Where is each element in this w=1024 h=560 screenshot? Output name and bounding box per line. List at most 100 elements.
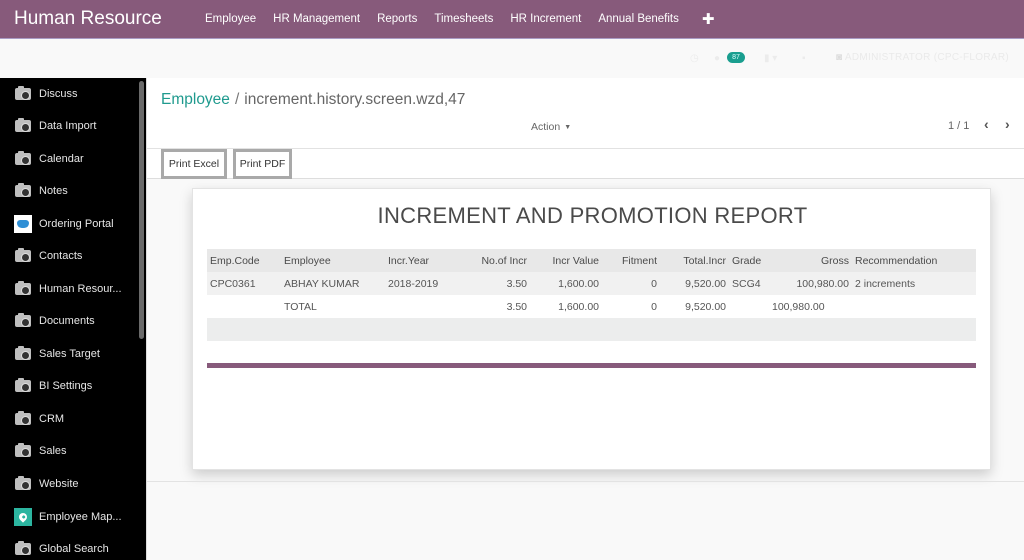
sidebar-item-global-search[interactable]: Global Search [0,534,138,560]
sidebar-item-contacts[interactable]: Contacts [0,241,138,271]
sidebar-item-label: Data Import [39,120,97,132]
main-content: Employee / increment.history.screen.wzd,47… [146,78,1024,560]
button-toolbar: Print Excel Print PDF [147,149,1024,179]
menu-annual-benefits[interactable]: Annual Benefits [598,13,679,25]
caret-down-icon: ▼ [564,123,572,131]
user-menu[interactable]: ◙ ADMINISTRATOR (CPC-FLORAR) [836,52,1009,63]
cell-fitment: 0 [602,272,660,295]
sidebar-item-employee-map[interactable]: Employee Map... [0,502,138,532]
pager-next-icon[interactable]: › [1005,116,1010,132]
chat-icon[interactable]: ● [714,53,720,64]
sidebar-scrollbar[interactable] [139,81,144,339]
cell-total-incr: 9,520.00 [660,272,729,295]
camera-icon [14,377,32,395]
sidebar-item-crm[interactable]: CRM [0,404,138,434]
total-no-of-incr: 3.50 [506,300,527,313]
total-row: TOTAL 3.50 1,600.00 0 9,520.00 100,980.0… [207,295,976,318]
user-name: ADMINISTRATOR (CPC-FLORAR) [844,52,1009,63]
sidebar-item-label: Notes [39,185,68,197]
plus-icon[interactable]: ✚ [702,10,715,28]
camera-icon [14,540,32,558]
sidebar-item-ordering-portal[interactable]: Ordering Portal [0,209,138,239]
sidebar-item-label: Human Resour... [39,283,122,295]
camera-icon [14,247,32,265]
camera-icon [14,312,32,330]
camera-icon [14,410,32,428]
action-dropdown[interactable]: Action ▼ [531,121,571,133]
camera-icon [14,345,32,363]
sidebar-item-notes[interactable]: Notes [0,176,138,206]
col-incr-year: Incr.Year [385,249,455,272]
total-cell [852,295,976,318]
cell-emp-code: CPC0361 [207,272,281,295]
divider [147,481,1024,482]
report-title: INCREMENT AND PROMOTION REPORT [377,203,808,228]
pager-previous-icon[interactable]: ‹ [984,116,989,132]
company-icon[interactable]: ▮ ▾ [764,53,777,64]
col-incr-value: Incr Value [530,249,602,272]
cell-gross: 100,980.00 [769,272,852,295]
camera-icon [14,475,32,493]
breadcrumb-employee-link[interactable]: Employee [161,91,230,108]
sidebar-item-label: Website [39,478,79,490]
sidebar-item-label: Global Search [39,543,109,555]
breadcrumb-current: increment.history.screen.wzd,47 [244,91,466,108]
cell-recommendation: 2 increments [852,272,976,295]
menu-employee[interactable]: Employee [205,13,256,25]
sidebar-item-bi-settings[interactable]: BI Settings [0,371,138,401]
total-fitment: 0 [651,300,657,313]
lock-icon[interactable]: ▪ [802,53,806,64]
report-divider [207,363,976,368]
app-title: Human Resource [14,8,162,29]
breadcrumb: Employee / increment.history.screen.wzd,47 [161,91,465,109]
handshake-icon [14,215,32,233]
sidebar-item-documents[interactable]: Documents [0,306,138,336]
sidebar-item-label: Employee Map... [39,511,122,523]
col-emp-code: Emp.Code [207,249,281,272]
top-navbar: Human Resource Employee HR Management Re… [0,0,1024,39]
action-label: Action [531,121,561,133]
total-cell [385,295,455,318]
cell-incr-value: 1,600.00 [530,272,602,295]
total-incr-value: 1,600.00 [558,300,599,313]
messages-badge: 87 [727,52,745,63]
col-recommendation: Recommendation [852,249,976,272]
sidebar-item-discuss[interactable]: Discuss [0,79,138,109]
systray: ◷ ● 87 ▮ ▾ ▪ ◙ ADMINISTRATOR (CPC-FLORAR… [0,40,1024,78]
sidebar-item-human-resource[interactable]: Human Resour... [0,274,138,304]
sidebar-item-label: BI Settings [39,380,93,392]
total-total-incr: 9,520.00 [685,300,726,313]
menu-reports[interactable]: Reports [377,13,417,25]
total-cell [207,295,281,318]
activity-icon[interactable]: ◷ [690,53,699,64]
print-pdf-button[interactable]: Print PDF [233,149,292,179]
col-gross: Gross [769,249,852,272]
pager-value[interactable]: 1 / 1 [948,120,969,132]
col-fitment: Fitment [602,249,660,272]
sidebar-item-label: Calendar [39,153,84,165]
sidebar-item-website[interactable]: Website [0,469,138,499]
camera-icon [14,85,32,103]
sidebar-item-label: Discuss [39,88,78,100]
table-row: CPC0361 ABHAY KUMAR 2018-2019 3.50 1,600… [207,272,976,295]
sidebar-item-label: CRM [39,413,65,425]
sidebar-item-data-import[interactable]: Data Import [0,111,138,141]
app-sidebar: Discuss Data Import Calendar Notes Order… [0,78,146,560]
menu-timesheets[interactable]: Timesheets [434,13,493,25]
menu-hr-management[interactable]: HR Management [273,13,360,25]
sidebar-item-sales-target[interactable]: Sales Target [0,339,138,369]
report-table: Emp.Code Employee Incr.Year No.of Incr I… [207,249,976,318]
sidebar-item-label: Documents [39,315,95,327]
menu-hr-increment[interactable]: HR Increment [510,13,581,25]
col-no-of-incr: No.of Incr [455,249,530,272]
total-label: TOTAL [284,300,317,313]
sidebar-item-calendar[interactable]: Calendar [0,144,138,174]
camera-icon [14,117,32,135]
col-total-incr: Total.Incr [660,249,729,272]
sidebar-item-label: Sales Target [39,348,100,360]
print-excel-button[interactable]: Print Excel [161,149,227,179]
cell-incr-year: 2018-2019 [385,272,455,295]
sidebar-item-label: Ordering Portal [39,218,114,230]
camera-icon [14,280,32,298]
sidebar-item-sales[interactable]: Sales [0,436,138,466]
